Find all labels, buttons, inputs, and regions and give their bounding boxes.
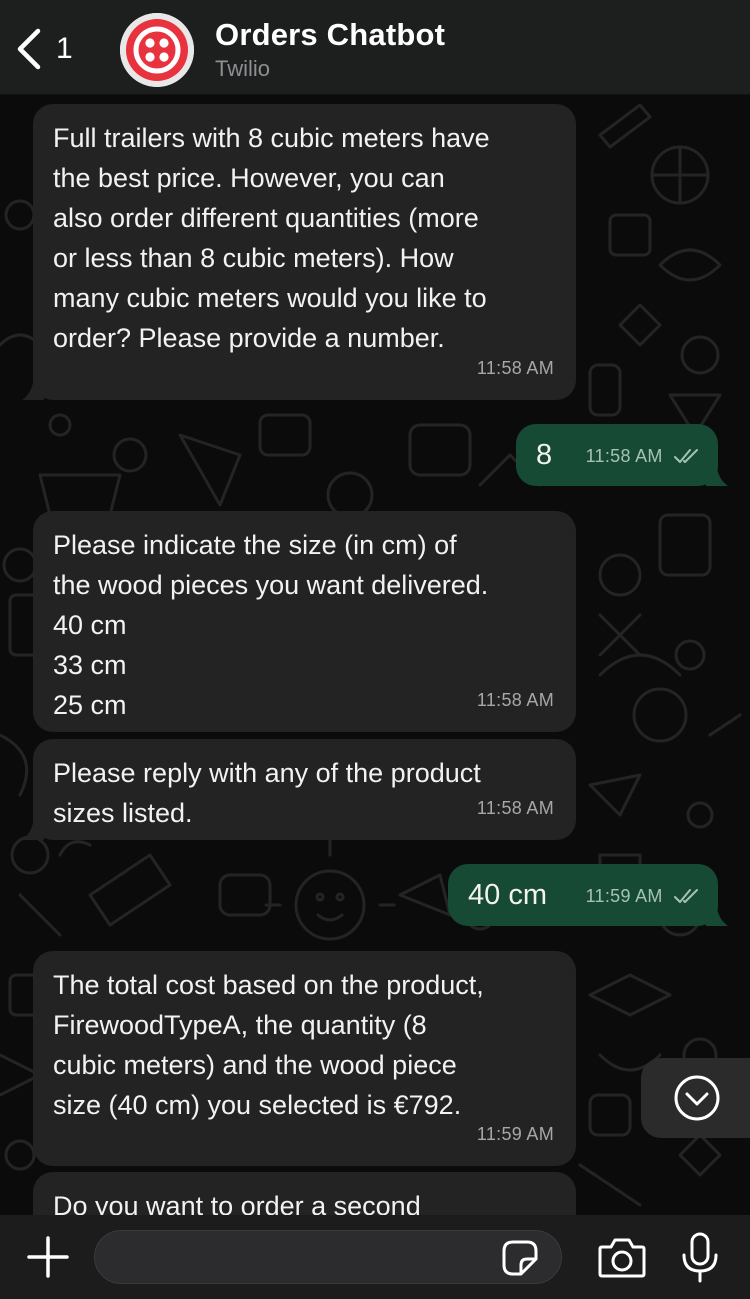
double-check-icon [674, 449, 698, 463]
message-incoming[interactable]: The total cost based on the product, Fir… [33, 951, 576, 1166]
message-incoming[interactable]: Please reply with any of the product siz… [33, 739, 576, 840]
sticker-icon[interactable] [501, 1239, 539, 1277]
message-incoming[interactable]: Full trailers with 8 cubic meters have t… [33, 104, 576, 400]
message-outgoing[interactable]: 8 11:58 AM [516, 424, 718, 486]
chevron-left-icon [17, 28, 41, 70]
page-title: Orders Chatbot [215, 17, 446, 52]
plus-icon[interactable] [26, 1235, 70, 1279]
scroll-to-bottom-button[interactable] [641, 1058, 750, 1138]
chat-screen: 1 Orders Chatbot Twilio Full trailers wi… [0, 0, 750, 1299]
message-outgoing[interactable]: 40 cm 11:59 AM [448, 864, 718, 926]
back-button[interactable]: 1 [14, 26, 94, 72]
twilio-logo-icon [120, 13, 194, 87]
chevron-down-icon [674, 1075, 720, 1121]
unread-count: 1 [56, 32, 73, 65]
message-time: 11:58 AM [585, 446, 663, 466]
message-input[interactable] [94, 1230, 562, 1284]
message-time: 11:59 AM [585, 886, 663, 906]
composer-bar [0, 1215, 750, 1299]
microphone-icon[interactable] [680, 1231, 720, 1285]
message-time: 11:58 AM [476, 358, 554, 378]
camera-icon[interactable] [597, 1235, 647, 1281]
double-check-icon [674, 889, 698, 903]
message-incoming[interactable]: Please indicate the size (in cm) of the … [33, 511, 576, 732]
chat-header: 1 Orders Chatbot Twilio [0, 0, 750, 95]
message-text: The total cost based on the product, Fir… [53, 970, 484, 1120]
contact-info[interactable]: Orders Chatbot Twilio [215, 17, 445, 82]
message-meta: 11:58 AM [586, 436, 700, 476]
message-time: 11:58 AM [476, 690, 554, 710]
avatar[interactable] [120, 13, 194, 87]
message-time: 11:58 AM [476, 798, 554, 818]
message-time: 11:59 AM [476, 1124, 554, 1144]
message-meta: 11:59 AM [586, 876, 700, 916]
contact-subtitle: Twilio [215, 56, 271, 81]
message-text: Full trailers with 8 cubic meters have t… [53, 123, 490, 353]
